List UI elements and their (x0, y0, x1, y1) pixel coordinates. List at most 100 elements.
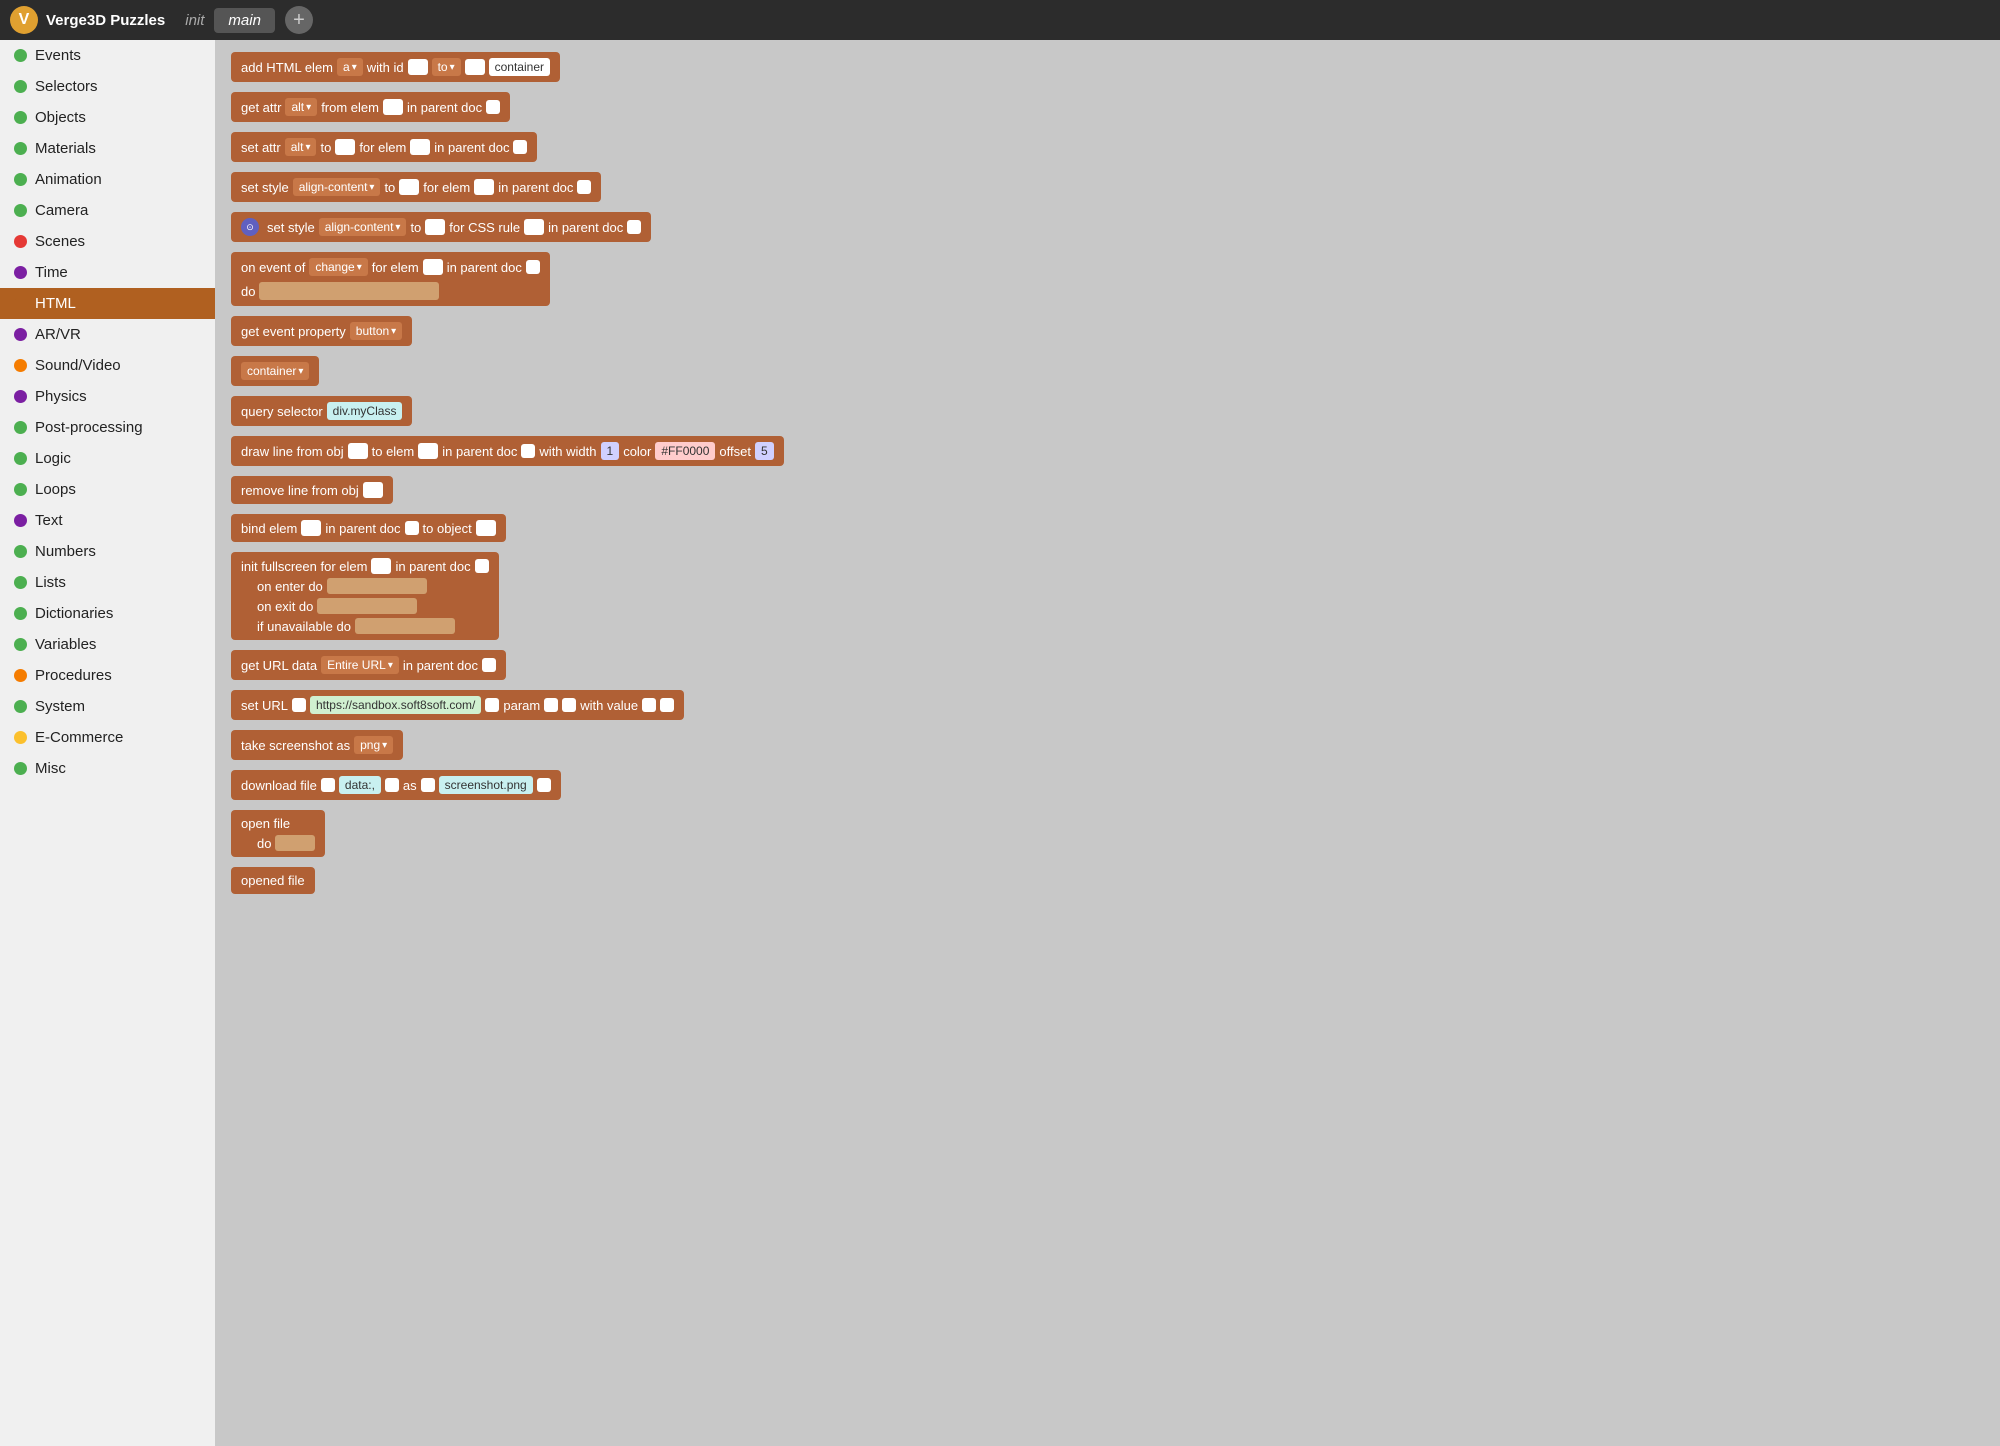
sidebar-item-lists[interactable]: Lists (0, 567, 215, 598)
b5-dropdown[interactable]: align-content (319, 218, 407, 236)
b4-text1: to (384, 180, 395, 195)
b2-dropdown-alt[interactable]: alt (285, 98, 317, 116)
b12-text2: to object (423, 521, 472, 536)
b4-slot2 (474, 179, 494, 195)
block-opened-file: opened file (231, 867, 1984, 894)
b4-text: set style (241, 180, 289, 195)
b3-dropdown-alt[interactable]: alt (285, 138, 317, 156)
b5-slot1 (425, 219, 445, 235)
b6-slot1 (423, 259, 443, 275)
sidebar-item-camera[interactable]: Camera (0, 195, 215, 226)
b2-text: get attr (241, 100, 281, 115)
sidebar-item-numbers[interactable]: Numbers (0, 536, 215, 567)
sidebar-item-post-processing[interactable]: Post-processing (0, 412, 215, 443)
sidebar-item-loops[interactable]: Loops (0, 474, 215, 505)
b7-dropdown[interactable]: button (350, 322, 402, 340)
app-name: Verge3D Puzzles (46, 12, 165, 29)
sidebar-item-arvr[interactable]: AR/VR (0, 319, 215, 350)
block-open-file: open file do (231, 810, 1984, 857)
b13-slot1 (371, 558, 391, 574)
b5-slot2 (524, 219, 544, 235)
b14-text1: in parent doc (403, 658, 478, 673)
b8-container-dropdown[interactable]: container (241, 362, 309, 380)
sidebar-item-sound-video[interactable]: Sound/Video (0, 350, 215, 381)
sidebar-label-loops: Loops (35, 481, 76, 498)
sidebar-item-selectors[interactable]: Selectors (0, 71, 215, 102)
b1-input[interactable]: container (489, 58, 550, 76)
b14-dropdown[interactable]: Entire URL (321, 656, 399, 674)
sidebar-item-events[interactable]: Events (0, 40, 215, 71)
dot-logic (14, 452, 27, 465)
css-icon: ⊙ (241, 218, 259, 236)
b3-text2: for elem (359, 140, 406, 155)
add-tab-button[interactable]: + (285, 6, 313, 34)
b17-slot2 (385, 778, 399, 792)
sidebar-item-physics[interactable]: Physics (0, 381, 215, 412)
tab-init[interactable]: init (185, 12, 204, 29)
b15-url: https://sandbox.soft8soft.com/ (310, 696, 481, 714)
sidebar-item-variables[interactable]: Variables (0, 629, 215, 660)
b6-do-slot (259, 282, 439, 300)
sidebar-item-misc[interactable]: Misc (0, 753, 215, 784)
sidebar-label-scenes: Scenes (35, 233, 85, 250)
b3-slot3 (513, 140, 527, 154)
sidebar-item-dictionaries[interactable]: Dictionaries (0, 598, 215, 629)
sidebar-item-objects[interactable]: Objects (0, 102, 215, 133)
b12-text1: in parent doc (325, 521, 400, 536)
sidebar-label-dictionaries: Dictionaries (35, 605, 113, 622)
b17-slot1 (321, 778, 335, 792)
sidebar-item-html[interactable]: HTML (0, 288, 215, 319)
block-download-file: download file data:, as screenshot.png (231, 770, 1984, 800)
b14-text: get URL data (241, 658, 317, 673)
b1-dropdown-a[interactable]: a (337, 58, 363, 76)
sidebar-item-procedures[interactable]: Procedures (0, 660, 215, 691)
sidebar-label-numbers: Numbers (35, 543, 96, 560)
block-remove-line: remove line from obj (231, 476, 1984, 504)
b6-text: on event of (241, 260, 305, 275)
b10-num: 1 (601, 442, 620, 460)
block-set-attr: set attr alt to for elem in parent doc (231, 132, 1984, 162)
b6-text1: for elem (372, 260, 419, 275)
b15-slot5 (642, 698, 656, 712)
sidebar-item-animation[interactable]: Animation (0, 164, 215, 195)
sidebar-label-camera: Camera (35, 202, 88, 219)
sidebar-item-time[interactable]: Time (0, 257, 215, 288)
dot-selectors (14, 80, 27, 93)
b3-slot2 (410, 139, 430, 155)
dot-text (14, 514, 27, 527)
dot-misc (14, 762, 27, 775)
b4-dropdown[interactable]: align-content (293, 178, 381, 196)
b19-text: opened file (241, 873, 305, 888)
b17-input2[interactable]: screenshot.png (439, 776, 533, 794)
dot-objects (14, 111, 27, 124)
b10-text: draw line from obj (241, 444, 344, 459)
block-draw-line: draw line from obj to elem in parent doc… (231, 436, 1984, 466)
b1-slot2 (465, 59, 485, 75)
sidebar-label-text: Text (35, 512, 63, 529)
block-container: container (231, 356, 1984, 386)
b2-slot1 (383, 99, 403, 115)
b1-dropdown-to[interactable]: to (432, 58, 461, 76)
dot-materials (14, 142, 27, 155)
b17-as: as (403, 778, 417, 793)
b18-text: open file (241, 816, 290, 831)
sidebar-label-sound-video: Sound/Video (35, 357, 121, 374)
sidebar-item-materials[interactable]: Materials (0, 133, 215, 164)
b16-dropdown[interactable]: png (354, 736, 393, 754)
b6-dropdown[interactable]: change (309, 258, 367, 276)
sidebar-item-logic[interactable]: Logic (0, 443, 215, 474)
sidebar-label-e-commerce: E-Commerce (35, 729, 123, 746)
sidebar-item-e-commerce[interactable]: E-Commerce (0, 722, 215, 753)
b13-text1: in parent doc (395, 559, 470, 574)
sidebar-item-system[interactable]: System (0, 691, 215, 722)
b17-input1[interactable]: data:, (339, 776, 381, 794)
block-get-event-property: get event property button (231, 316, 1984, 346)
b2-text1: from elem (321, 100, 379, 115)
tab-main[interactable]: main (214, 8, 275, 33)
b9-input[interactable]: div.myClass (327, 402, 403, 420)
sidebar-item-text[interactable]: Text (0, 505, 215, 536)
b2-text2: in parent doc (407, 100, 482, 115)
b15-slot3 (544, 698, 558, 712)
sidebar-item-scenes[interactable]: Scenes (0, 226, 215, 257)
b2-slot2 (486, 100, 500, 114)
